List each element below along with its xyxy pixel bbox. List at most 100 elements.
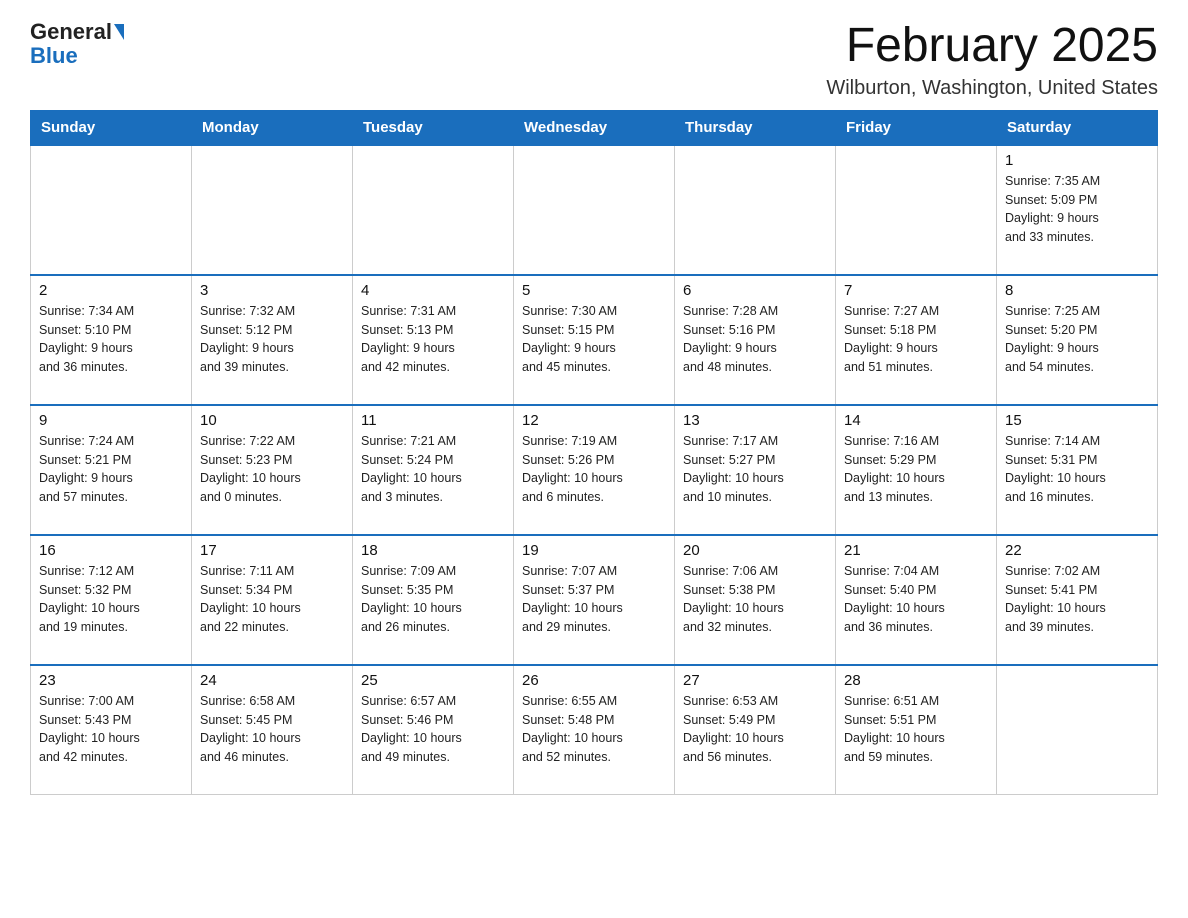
logo-blue: Blue <box>30 44 78 68</box>
day-number: 24 <box>200 672 344 689</box>
day-number: 26 <box>522 672 666 689</box>
table-row: 17Sunrise: 7:11 AMSunset: 5:34 PMDayligh… <box>192 535 353 665</box>
table-row: 5 Sunrise: 7:30 AMSunset: 5:15 PMDaylight… <box>514 275 675 405</box>
table-row: 18 Sunrise: 7:09 AMSunset: 5:35 PMDayligh… <box>353 535 514 665</box>
day-number: 8 <box>1005 282 1149 299</box>
table-row: 15 Sunrise: 7:14 AMSunset: 5:31 PMDayligh… <box>997 405 1158 535</box>
table-row: 19 Sunrise: 7:07 AMSunset: 5:37 PMDayligh… <box>514 535 675 665</box>
page-header: General Blue February 2025 Wilburton, Wa… <box>30 20 1158 100</box>
day-number: 20 <box>683 542 827 559</box>
col-friday: Friday <box>836 110 997 145</box>
title-block: February 2025 Wilburton, Washington, Uni… <box>826 20 1158 100</box>
day-info: Sunrise: 7:25 AMSunset: 5:20 PMDaylight:… <box>1005 302 1149 377</box>
day-number: 21 <box>844 542 988 559</box>
table-row: 2 Sunrise: 7:34 AMSunset: 5:10 PMDaylight… <box>31 275 192 405</box>
table-row: 22 Sunrise: 7:02 AMSunset: 5:41 PMDayligh… <box>997 535 1158 665</box>
table-row <box>192 145 353 275</box>
table-row: 21 Sunrise: 7:04 AMSunset: 5:40 PMDayligh… <box>836 535 997 665</box>
table-row: 14 Sunrise: 7:16 AMSunset: 5:29 PMDayligh… <box>836 405 997 535</box>
day-number: 25 <box>361 672 505 689</box>
day-number: 12 <box>522 412 666 429</box>
day-number: 1 <box>1005 152 1149 169</box>
day-info: Sunrise: 7:09 AMSunset: 5:35 PMDaylight:… <box>361 562 505 637</box>
day-info: Sunrise: 6:55 AMSunset: 5:48 PMDaylight:… <box>522 692 666 767</box>
day-number: 22 <box>1005 542 1149 559</box>
day-info: Sunrise: 7:14 AMSunset: 5:31 PMDaylight:… <box>1005 432 1149 507</box>
table-row: 12 Sunrise: 7:19 AMSunset: 5:26 PMDayligh… <box>514 405 675 535</box>
table-row <box>353 145 514 275</box>
col-saturday: Saturday <box>997 110 1158 145</box>
col-wednesday: Wednesday <box>514 110 675 145</box>
table-row <box>836 145 997 275</box>
day-info: Sunrise: 7:27 AMSunset: 5:18 PMDaylight:… <box>844 302 988 377</box>
logo-triangle-icon <box>114 24 124 40</box>
calendar-week-row: 1 Sunrise: 7:35 AMSunset: 5:09 PMDaylight… <box>31 145 1158 275</box>
day-info: Sunrise: 7:16 AMSunset: 5:29 PMDaylight:… <box>844 432 988 507</box>
table-row: 3 Sunrise: 7:32 AMSunset: 5:12 PMDaylight… <box>192 275 353 405</box>
day-info: Sunrise: 7:31 AMSunset: 5:13 PMDaylight:… <box>361 302 505 377</box>
day-info: Sunrise: 7:35 AMSunset: 5:09 PMDaylight:… <box>1005 172 1149 247</box>
day-number: 18 <box>361 542 505 559</box>
day-info: Sunrise: 7:12 AMSunset: 5:32 PMDaylight:… <box>39 562 183 637</box>
table-row: 11Sunrise: 7:21 AMSunset: 5:24 PMDayligh… <box>353 405 514 535</box>
day-info: Sunrise: 6:51 AMSunset: 5:51 PMDaylight:… <box>844 692 988 767</box>
day-number: 15 <box>1005 412 1149 429</box>
col-tuesday: Tuesday <box>353 110 514 145</box>
day-info: Sunrise: 6:53 AMSunset: 5:49 PMDaylight:… <box>683 692 827 767</box>
day-number: 13 <box>683 412 827 429</box>
calendar-header-row: Sunday Monday Tuesday Wednesday Thursday… <box>31 110 1158 145</box>
day-info: Sunrise: 7:34 AMSunset: 5:10 PMDaylight:… <box>39 302 183 377</box>
day-info: Sunrise: 6:58 AMSunset: 5:45 PMDaylight:… <box>200 692 344 767</box>
calendar-week-row: 2 Sunrise: 7:34 AMSunset: 5:10 PMDaylight… <box>31 275 1158 405</box>
table-row: 8 Sunrise: 7:25 AMSunset: 5:20 PMDaylight… <box>997 275 1158 405</box>
day-number: 6 <box>683 282 827 299</box>
table-row: 27 Sunrise: 6:53 AMSunset: 5:49 PMDayligh… <box>675 665 836 795</box>
day-number: 23 <box>39 672 183 689</box>
table-row: 1 Sunrise: 7:35 AMSunset: 5:09 PMDaylight… <box>997 145 1158 275</box>
col-thursday: Thursday <box>675 110 836 145</box>
calendar-title: February 2025 <box>826 20 1158 73</box>
day-number: 27 <box>683 672 827 689</box>
col-monday: Monday <box>192 110 353 145</box>
day-number: 5 <box>522 282 666 299</box>
day-info: Sunrise: 7:07 AMSunset: 5:37 PMDaylight:… <box>522 562 666 637</box>
day-number: 17 <box>200 542 344 559</box>
table-row: 7Sunrise: 7:27 AMSunset: 5:18 PMDaylight… <box>836 275 997 405</box>
calendar-week-row: 16 Sunrise: 7:12 AMSunset: 5:32 PMDayligh… <box>31 535 1158 665</box>
table-row: 9Sunrise: 7:24 AMSunset: 5:21 PMDaylight… <box>31 405 192 535</box>
day-number: 3 <box>200 282 344 299</box>
day-info: Sunrise: 7:17 AMSunset: 5:27 PMDaylight:… <box>683 432 827 507</box>
table-row <box>514 145 675 275</box>
table-row: 6 Sunrise: 7:28 AMSunset: 5:16 PMDaylight… <box>675 275 836 405</box>
table-row <box>675 145 836 275</box>
day-info: Sunrise: 7:06 AMSunset: 5:38 PMDaylight:… <box>683 562 827 637</box>
table-row: 24 Sunrise: 6:58 AMSunset: 5:45 PMDayligh… <box>192 665 353 795</box>
table-row: 23Sunrise: 7:00 AMSunset: 5:43 PMDayligh… <box>31 665 192 795</box>
table-row: 28 Sunrise: 6:51 AMSunset: 5:51 PMDayligh… <box>836 665 997 795</box>
day-info: Sunrise: 6:57 AMSunset: 5:46 PMDaylight:… <box>361 692 505 767</box>
day-info: Sunrise: 7:19 AMSunset: 5:26 PMDaylight:… <box>522 432 666 507</box>
table-row: 13 Sunrise: 7:17 AMSunset: 5:27 PMDayligh… <box>675 405 836 535</box>
logo-general: General <box>30 20 112 44</box>
day-number: 28 <box>844 672 988 689</box>
table-row: 25 Sunrise: 6:57 AMSunset: 5:46 PMDayligh… <box>353 665 514 795</box>
day-number: 19 <box>522 542 666 559</box>
day-info: Sunrise: 7:04 AMSunset: 5:40 PMDaylight:… <box>844 562 988 637</box>
calendar-table: Sunday Monday Tuesday Wednesday Thursday… <box>30 110 1158 796</box>
col-sunday: Sunday <box>31 110 192 145</box>
day-info: Sunrise: 7:28 AMSunset: 5:16 PMDaylight:… <box>683 302 827 377</box>
calendar-week-row: 23Sunrise: 7:00 AMSunset: 5:43 PMDayligh… <box>31 665 1158 795</box>
day-number: 2 <box>39 282 183 299</box>
table-row: 26 Sunrise: 6:55 AMSunset: 5:48 PMDayligh… <box>514 665 675 795</box>
logo: General Blue <box>30 20 124 68</box>
calendar-week-row: 9Sunrise: 7:24 AMSunset: 5:21 PMDaylight… <box>31 405 1158 535</box>
table-row <box>997 665 1158 795</box>
day-number: 14 <box>844 412 988 429</box>
day-number: 16 <box>39 542 183 559</box>
calendar-subtitle: Wilburton, Washington, United States <box>826 77 1158 100</box>
day-info: Sunrise: 7:30 AMSunset: 5:15 PMDaylight:… <box>522 302 666 377</box>
day-info: Sunrise: 7:32 AMSunset: 5:12 PMDaylight:… <box>200 302 344 377</box>
day-info: Sunrise: 7:02 AMSunset: 5:41 PMDaylight:… <box>1005 562 1149 637</box>
table-row: 10Sunrise: 7:22 AMSunset: 5:23 PMDayligh… <box>192 405 353 535</box>
day-number: 9 <box>39 412 183 429</box>
